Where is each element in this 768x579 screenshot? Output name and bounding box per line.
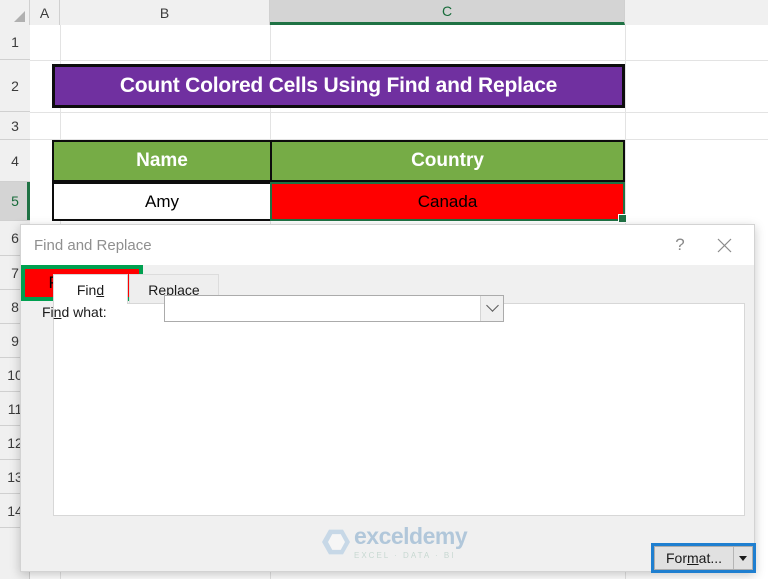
format-dropdown-button[interactable]: [733, 547, 752, 569]
table-header-country-label: Country: [411, 150, 484, 171]
find-what-dropdown-button[interactable]: [480, 296, 503, 321]
column-header-c[interactable]: C: [270, 0, 625, 25]
table-header-name-label: Name: [136, 150, 188, 171]
chevron-down-icon: [485, 299, 499, 312]
row-header-2-label: 2: [11, 77, 19, 94]
column-header-b[interactable]: B: [60, 0, 270, 25]
find-what-label: Find what:: [42, 304, 107, 320]
find-and-replace-dialog: Find and Replace ? Find Replace Find wha…: [20, 224, 756, 573]
row-header-4[interactable]: 4: [0, 140, 30, 182]
row-header-9-label: 9: [11, 332, 19, 349]
select-all-corner[interactable]: [0, 0, 30, 25]
grid-line: [30, 112, 768, 113]
row-header-5-label: 5: [11, 193, 19, 209]
row-header-4-label: 4: [11, 152, 19, 169]
table-cell-country-value: Canada: [417, 191, 478, 211]
column-header-b-label: B: [159, 4, 170, 21]
column-header-a-label: A: [39, 4, 50, 21]
find-tab-panel: [53, 303, 745, 516]
grid-line: [30, 60, 768, 61]
table-header-country[interactable]: Country: [270, 140, 625, 182]
title-banner-cell[interactable]: Count Colored Cells Using Find and Repla…: [52, 64, 625, 108]
dialog-title-buttons: ?: [658, 225, 746, 265]
format-button-label: Format...: [665, 550, 723, 566]
tab-find-label: Find: [76, 281, 105, 298]
question-mark-icon: ?: [675, 235, 685, 254]
row-header-7-label: 7: [11, 264, 19, 281]
dialog-title-bar[interactable]: Find and Replace ?: [21, 225, 754, 265]
column-header-a[interactable]: A: [30, 0, 60, 25]
row-header-3-label: 3: [11, 117, 19, 134]
table-header-name[interactable]: Name: [52, 140, 272, 182]
column-header-c-label: C: [441, 3, 453, 19]
row-header-3[interactable]: 3: [0, 112, 30, 140]
dialog-title: Find and Replace: [34, 236, 152, 254]
row-header-6-label: 6: [11, 230, 19, 246]
select-all-triangle-icon: [14, 11, 25, 22]
caret-down-icon: [739, 555, 747, 561]
tab-find[interactable]: Find: [53, 274, 128, 304]
format-button[interactable]: Format...: [655, 547, 733, 569]
row-header-1[interactable]: 1: [0, 25, 30, 60]
close-button[interactable]: [702, 227, 746, 263]
help-button[interactable]: ?: [658, 227, 702, 263]
row-header-5[interactable]: 5: [0, 182, 30, 221]
table-cell-name-value: Amy: [145, 191, 179, 211]
row-header-1-label: 1: [11, 34, 19, 50]
title-banner-text: Count Colored Cells Using Find and Repla…: [119, 74, 558, 97]
format-button-group: Format...: [651, 543, 756, 573]
close-icon: [717, 238, 731, 252]
column-header-d[interactable]: [625, 0, 768, 25]
row-header-8-label: 8: [11, 298, 19, 315]
row-header-2[interactable]: 2: [0, 60, 30, 112]
screenshot-root: A B C 1 2 3 4 5 6 7 8 9 10 11 12 13 14 C…: [0, 0, 768, 579]
table-cell-country[interactable]: Canada: [270, 182, 627, 223]
find-what-input[interactable]: [164, 295, 504, 322]
column-header-row: A B C: [0, 0, 768, 25]
table-cell-name[interactable]: Amy: [52, 182, 272, 221]
